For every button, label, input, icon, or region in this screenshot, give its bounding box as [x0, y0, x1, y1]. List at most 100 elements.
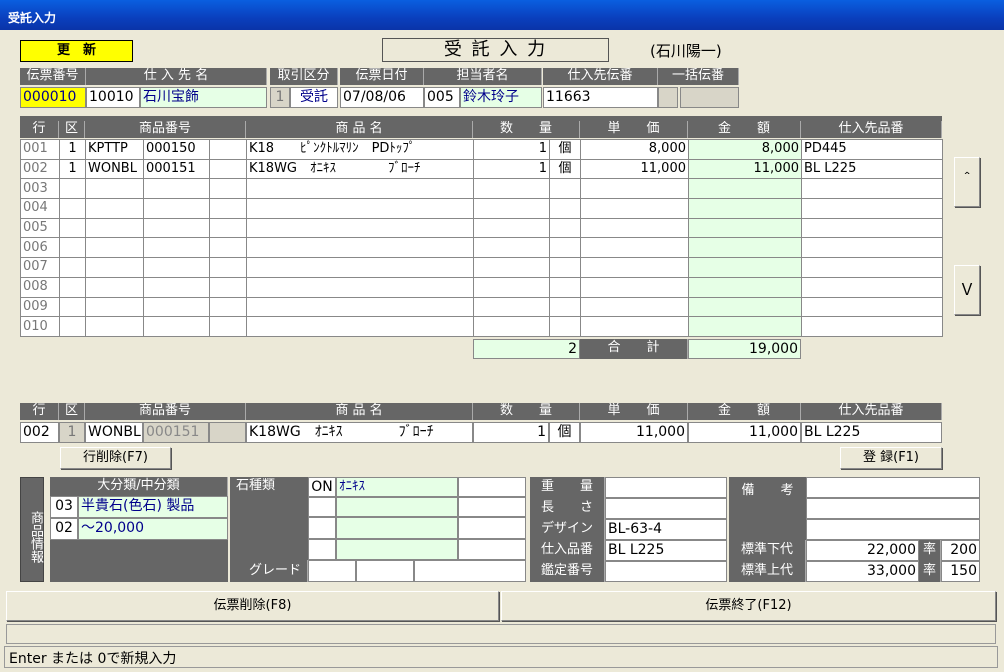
std-low-input[interactable]: 22,000 [806, 540, 919, 561]
remarks-input-3[interactable] [806, 519, 980, 540]
weight-input[interactable] [605, 477, 727, 498]
staff-name: 鈴木玲子 [460, 87, 542, 108]
edit-name-input[interactable]: K18WG ｵﾆｷｽ ﾌﾞﾛｰﾁ [246, 422, 473, 443]
stone-extra-4[interactable] [458, 539, 526, 560]
cell-qty: 1 [473, 158, 550, 180]
cell-ku: 1 [59, 139, 86, 160]
type-code-input[interactable]: 1 [270, 87, 290, 108]
status-bar: Enter または 0で新規入力 [4, 646, 998, 668]
table-row[interactable]: 009 [20, 296, 943, 318]
slip-number-input[interactable]: 000010 [20, 87, 86, 108]
table-row[interactable]: 003 [20, 178, 943, 200]
cell-no: 008 [20, 276, 60, 298]
slip-delete-button[interactable]: 伝票削除(F8) [6, 591, 499, 621]
cell-no: 001 [20, 139, 60, 160]
cell-unit: 個 [549, 158, 581, 180]
stone-on-input[interactable]: ON [308, 477, 336, 497]
eh-qty: 数 量 [473, 403, 580, 420]
stone-extra-3[interactable] [458, 517, 526, 539]
cell-ku: 1 [59, 158, 86, 180]
slip-end-button[interactable]: 伝票終了(F12) [501, 591, 996, 621]
cell-no: 006 [20, 237, 60, 259]
cell-sup [801, 198, 943, 219]
category-header: 大分類/中分類 [50, 477, 228, 496]
window-title: 受託入力 [8, 11, 57, 25]
edit-ku-input[interactable]: 1 [59, 422, 85, 443]
edit-price-input[interactable]: 11,000 [580, 422, 688, 443]
stone-extra-1[interactable] [458, 477, 526, 497]
length-input[interactable] [605, 498, 727, 519]
design-input[interactable]: BL-63-4 [605, 519, 727, 540]
edit-code2-input[interactable]: 000151 [143, 422, 209, 443]
cell-code2: 000151 [143, 158, 210, 180]
table-row[interactable]: 006 [20, 237, 943, 259]
row-delete-button[interactable]: 行削除(F7) [60, 447, 171, 469]
edit-unit: 個 [549, 422, 580, 443]
eh-price: 単 価 [580, 403, 688, 420]
cat2-code-input[interactable]: 02 [50, 518, 78, 540]
rate-high-input[interactable]: 150 [941, 561, 980, 582]
stone-code-2[interactable] [308, 497, 336, 517]
scroll-up-button[interactable]: ＾ [954, 157, 980, 207]
std-high-input[interactable]: 33,000 [806, 561, 919, 582]
cell-code1 [85, 237, 144, 259]
remarks-input-2[interactable] [806, 498, 980, 519]
hd-supplier: 仕 入 先 名 [86, 68, 267, 85]
cell-qty [473, 296, 550, 318]
cell-name: K18 ﾋﾟﾝｸﾄﾙﾏﾘﾝ PDﾄｯﾌﾟ [246, 139, 474, 160]
edit-code1-input[interactable]: WONBL [85, 422, 143, 443]
table-row[interactable]: 005 [20, 217, 943, 239]
cell-name [246, 217, 474, 239]
hd-date: 伝票日付 [340, 68, 424, 85]
table-row[interactable]: 002 1 WONBL 000151 K18WG ｵﾆｷｽ ﾌﾞﾛｰﾁ 1 個 11,000 1… [20, 158, 943, 180]
edit-code3-input[interactable] [209, 422, 246, 443]
cell-qty: 1 [473, 139, 550, 160]
scroll-down-button[interactable]: Ｖ [954, 265, 980, 315]
supplier-slip-input[interactable]: 11663 [543, 87, 658, 108]
edit-sup-item-input[interactable]: BL L225 [801, 422, 942, 443]
stone-code-3[interactable] [308, 517, 336, 539]
table-row[interactable]: 010 [20, 316, 943, 337]
bulk-slip-input-1[interactable] [658, 87, 678, 108]
table-row[interactable]: 008 [20, 276, 943, 298]
grade-input-3[interactable] [414, 560, 526, 582]
grade-input-2[interactable] [356, 560, 414, 582]
stone-label-block: 石種類 [230, 477, 308, 560]
stone-extra-2[interactable] [458, 497, 526, 517]
stone-code-4[interactable] [308, 539, 336, 560]
supplier-code-input[interactable]: 10010 [86, 87, 140, 108]
cell-name [246, 276, 474, 298]
grade-input-1[interactable] [308, 560, 356, 582]
hd-slip-number: 伝票番号 [20, 68, 86, 85]
cell-unit [549, 257, 581, 278]
cell-name [246, 316, 474, 337]
lh-amount: 金 額 [688, 121, 801, 138]
remarks-input-1[interactable] [806, 477, 980, 498]
lh-ku: 区 [59, 121, 85, 138]
appraisal-input[interactable] [605, 561, 727, 582]
cell-code2 [143, 296, 210, 318]
rate-high-label: 率 [919, 561, 941, 582]
cat1-code-input[interactable]: 03 [50, 496, 78, 518]
bulk-slip-input-2[interactable] [680, 87, 739, 108]
staff-code-input[interactable]: 005 [424, 87, 460, 108]
rate-low-input[interactable]: 200 [941, 540, 980, 561]
slip-date-input[interactable]: 07/08/06 [340, 87, 424, 108]
table-row[interactable]: 007 [20, 257, 943, 278]
cell-qty [473, 276, 550, 298]
cell-no: 005 [20, 217, 60, 239]
sup-item-input[interactable]: BL L225 [605, 540, 727, 561]
edit-qty-input[interactable]: 1 [473, 422, 549, 443]
cell-code1: KPTTP [85, 139, 144, 160]
page-title: 受 託 入 力 [382, 38, 609, 62]
cell-price: 8,000 [580, 139, 689, 160]
cell-price [580, 257, 689, 278]
table-row[interactable]: 004 [20, 198, 943, 219]
register-button[interactable]: 登 録(F1) [840, 447, 942, 469]
cell-ku [59, 257, 86, 278]
message-area [6, 624, 996, 644]
edit-no: 002 [20, 422, 59, 443]
cell-sup [801, 178, 943, 200]
cell-unit: 個 [549, 139, 581, 160]
table-row[interactable]: 001 1 KPTTP 000150 K18 ﾋﾟﾝｸﾄﾙﾏﾘﾝ PDﾄｯﾌﾟ 1 個 8,0… [20, 139, 943, 160]
